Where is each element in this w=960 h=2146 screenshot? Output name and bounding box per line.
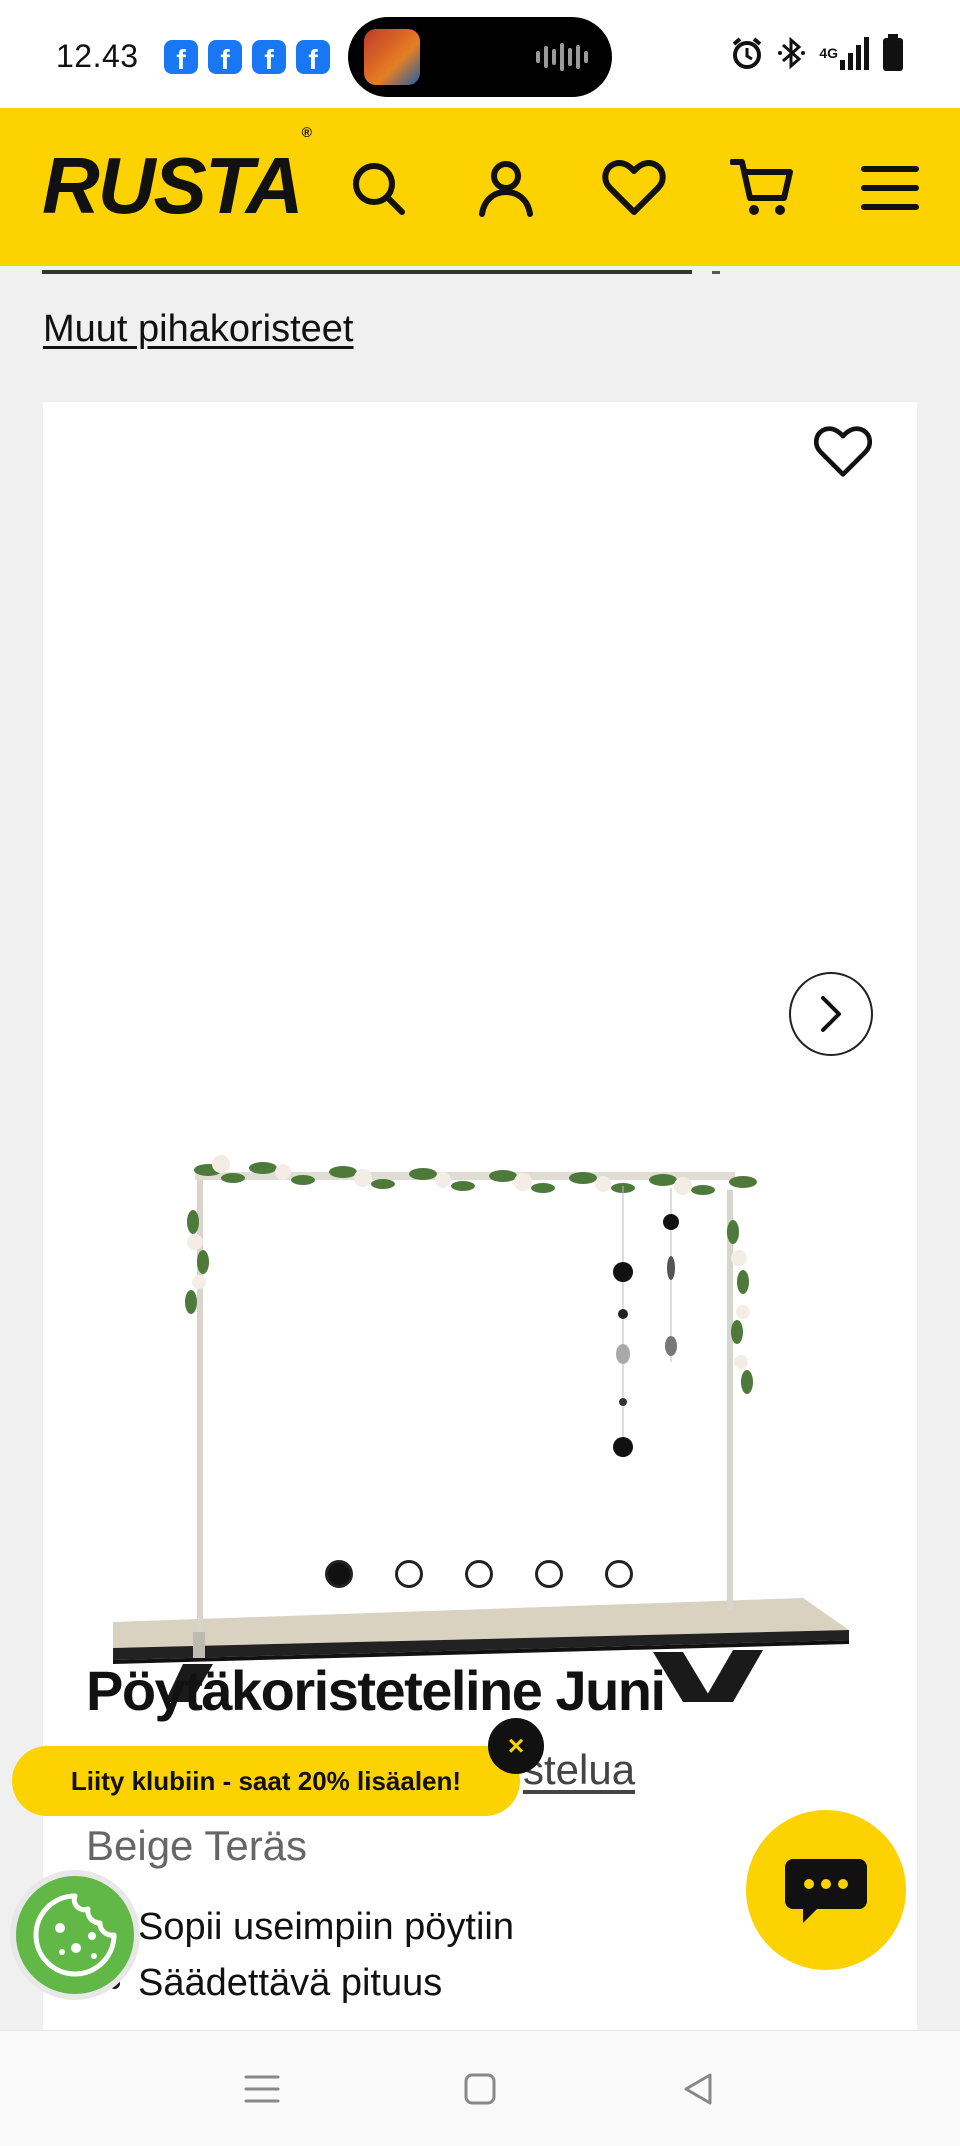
- account-icon[interactable]: [470, 152, 542, 224]
- cart-icon[interactable]: [726, 152, 798, 224]
- rusta-logo[interactable]: RUSTA®: [42, 125, 312, 226]
- chat-button[interactable]: [746, 1810, 906, 1970]
- back-icon[interactable]: [672, 2063, 724, 2115]
- gallery-next-button[interactable]: [789, 972, 873, 1056]
- facebook-icon: f: [296, 40, 330, 74]
- gallery-dot[interactable]: [535, 1560, 563, 1588]
- battery-icon: [882, 34, 904, 72]
- dynamic-island[interactable]: [348, 17, 612, 97]
- site-header: RUSTA®: [0, 108, 960, 266]
- club-banner-close-button[interactable]: ×: [488, 1718, 544, 1774]
- signal-icon: 4G: [819, 36, 870, 70]
- facebook-icon: f: [208, 40, 242, 74]
- notification-icons: f f f f: [164, 40, 330, 74]
- wishlist-heart-icon[interactable]: [813, 424, 873, 485]
- home-icon[interactable]: [454, 2063, 506, 2115]
- status-bar: 12.43 f f f f 4G: [0, 0, 960, 108]
- facebook-icon: f: [252, 40, 286, 74]
- system-icons: 4G: [729, 34, 904, 72]
- wishlist-icon[interactable]: [598, 152, 670, 224]
- feature-item: Säädettävä pituus: [138, 1962, 514, 2004]
- breadcrumb-link[interactable]: Muut pihakoristeet: [43, 308, 354, 351]
- status-time: 12.43: [56, 38, 139, 74]
- breadcrumb-previous-underline: [42, 270, 692, 274]
- system-navigation-bar: [0, 2030, 960, 2146]
- gallery-pagination: [325, 1560, 633, 1588]
- cookie-icon: [33, 1893, 117, 1977]
- feature-item: Sopii useimpiin pöytiin: [138, 1906, 514, 1948]
- menu-icon[interactable]: [854, 152, 926, 224]
- facebook-icon: f: [164, 40, 198, 74]
- product-image[interactable]: [43, 702, 917, 1702]
- chat-icon: [785, 1859, 867, 1923]
- gallery-dot[interactable]: [465, 1560, 493, 1588]
- search-icon[interactable]: [342, 152, 414, 224]
- product-features: Sopii useimpiin pöytiin Säädettävä pituu…: [138, 1906, 514, 2018]
- gallery-dot[interactable]: [395, 1560, 423, 1588]
- gallery-dot[interactable]: [605, 1560, 633, 1588]
- breadcrumb-separator: [712, 266, 720, 274]
- audio-wave-icon: [536, 43, 588, 71]
- product-variant: Beige Teräs: [86, 1822, 308, 1869]
- cookie-settings-button[interactable]: [10, 1870, 140, 2000]
- bluetooth-icon: [777, 35, 807, 71]
- gallery-dot[interactable]: [325, 1560, 353, 1588]
- alarm-icon: [729, 35, 765, 71]
- recent-apps-icon[interactable]: [236, 2063, 288, 2115]
- media-thumbnail: [364, 29, 420, 85]
- product-title: Pöytäkoristeteline Juni: [86, 1659, 666, 1722]
- club-banner[interactable]: Liity klubiin - saat 20% lisäalen!: [12, 1746, 520, 1816]
